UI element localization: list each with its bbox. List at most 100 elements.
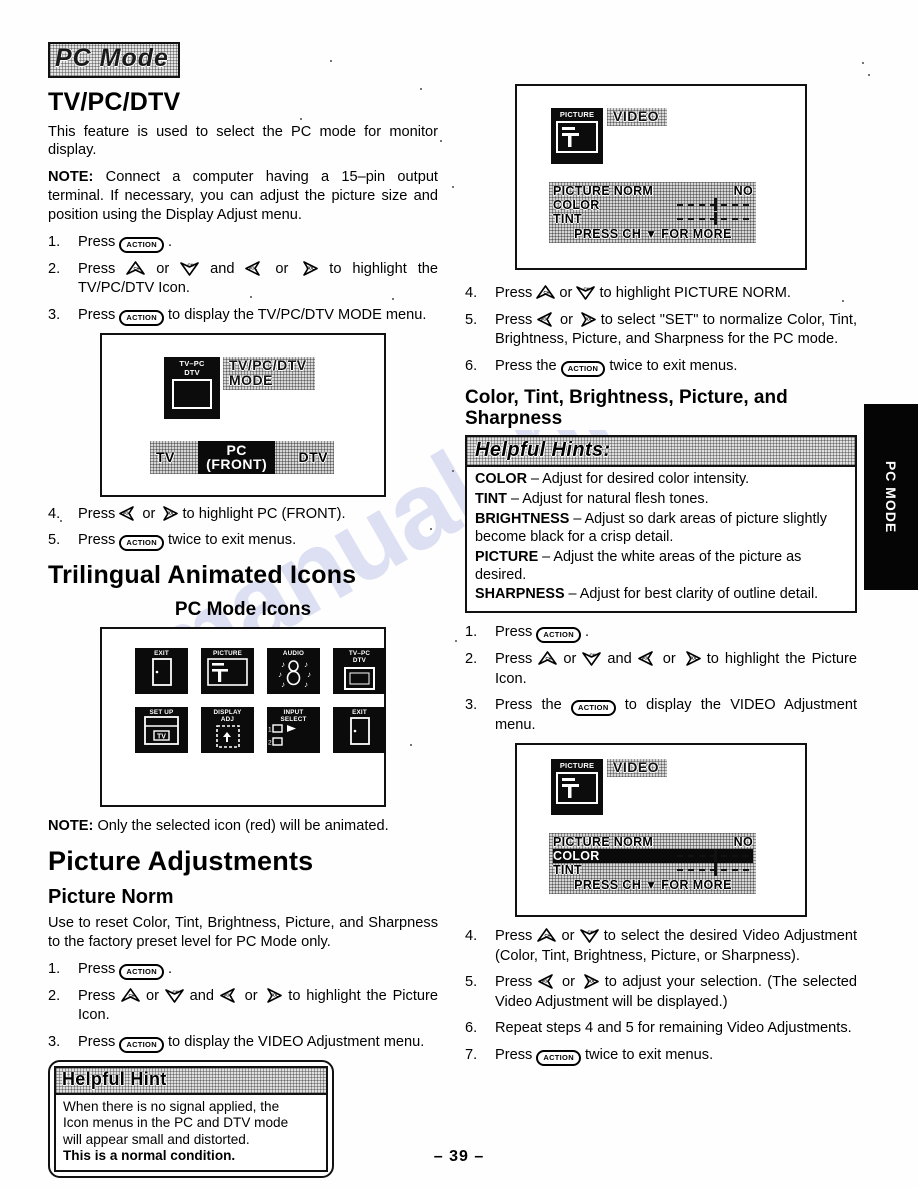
arrow-right-icon: VOL <box>577 311 597 327</box>
video-menu-rows: PICTURE NORM NO COLOR TINT <box>553 184 753 226</box>
pc-mode-icon-label: TV–PC DTV <box>348 650 371 665</box>
step-text: or <box>145 260 181 277</box>
osd-icon-picture: PICTURE <box>551 108 603 164</box>
step-text: twice to exit menus. <box>605 357 738 374</box>
picture-icon <box>556 121 598 153</box>
osd-menu-title-video: VIDEO <box>607 108 667 126</box>
video-adjust-steps: 4. Press CH or CH to select the desired V… <box>465 927 857 1066</box>
osd-menu-row[interactable]: TINT <box>553 212 753 226</box>
heading-color-tint-brightness: Color, Tint, Brightness, Picture, and Sh… <box>465 386 788 430</box>
osd-menu-row[interactable]: COLOR <box>553 198 753 212</box>
pc-mode-icon-label: SET UP <box>149 709 174 717</box>
arrow-down-icon: CH <box>164 988 184 1003</box>
selector-option-dtv[interactable]: DTV <box>293 441 335 475</box>
osd-menu-row[interactable]: PICTURE NORM NO <box>553 835 753 849</box>
tv-pc-dtv-steps-after: 4. Press VOL or VOL to highlight PC (FRON… <box>48 505 438 552</box>
picture-norm-steps-right: 4. Press CH or CH to highlight PICTURE NO… <box>465 284 857 377</box>
svg-text:TV: TV <box>157 734 166 741</box>
hint-line: TINT – Adjust for natural flesh tones. <box>475 491 847 509</box>
step-number: 1. <box>465 624 478 641</box>
svg-text:♪: ♪ <box>304 660 308 669</box>
selector-option-tv[interactable]: TV <box>150 441 181 475</box>
page-number: – 39 – <box>433 1148 485 1165</box>
step-text: Press the <box>495 697 571 714</box>
osd-slider[interactable] <box>677 198 751 211</box>
step-text: to highlight PC (FRONT). <box>178 505 346 522</box>
action-button-icon: ACTION <box>560 360 606 377</box>
step-text: . <box>163 960 173 977</box>
osd-slider-thumb[interactable] <box>714 212 717 225</box>
arrow-down-icon: CH <box>180 261 199 276</box>
osd-slider[interactable] <box>677 212 751 225</box>
svg-text:CH: CH <box>129 992 135 997</box>
pc-mode-icon-label: EXIT <box>352 709 367 717</box>
step-text: or <box>138 505 160 522</box>
tv-pc-dtv-selector[interactable]: TV PC (FRONT) DTV <box>150 440 335 475</box>
arrow-up-icon: CH <box>537 928 557 943</box>
pc-mode-icon-setup[interactable]: SET UP TV <box>135 707 188 754</box>
step-text: Press <box>495 651 539 668</box>
osd-slider-thumb[interactable] <box>714 848 717 862</box>
svg-text:CH: CH <box>172 989 178 994</box>
arrow-down-icon: CH <box>579 928 599 943</box>
osd-menu-title-line1: TV/PC/DTV <box>229 356 307 373</box>
step-text: or <box>656 651 682 668</box>
setup-icon: TV <box>135 716 188 753</box>
pc-mode-icon-audio[interactable]: AUDIO ♪ ♪ ♪ ♪ ♪ ♪ <box>267 648 320 695</box>
step-text: twice to exit menus. <box>580 1046 714 1063</box>
hint-description: – Adjust for natural flesh tones. <box>506 491 709 508</box>
step-text: Press <box>78 1033 120 1050</box>
osd-menu-row[interactable]: PICTURE NORM NO <box>553 184 753 198</box>
step-text: and <box>199 260 246 277</box>
step-text: Press <box>78 987 122 1004</box>
step-number: 6. <box>465 1020 478 1037</box>
video-menu-panel-2[interactable]: PICTURE NORM NO COLOR TINT PRESS CH ▼ FOR M… <box>549 833 756 894</box>
svg-text:VOL: VOL <box>223 992 232 997</box>
trilingual-note: NOTE: Only the selected icon (red) will … <box>48 817 438 836</box>
selector-pc-line2: (FRONT) <box>206 455 268 472</box>
pc-mode-icon-grid: EXIT PICTURE AUDIO ♪ ♪ ♪ ♪ ♪ ♪ TV–PC DTV SET UP TV D… <box>135 648 386 754</box>
pc-mode-icon-door[interactable]: EXIT <box>135 648 188 695</box>
arrow-right-icon: VOL <box>580 974 600 989</box>
osd-slider-thumb[interactable] <box>714 198 717 211</box>
step-text: Press <box>495 974 538 991</box>
heading-picture-adjustments: Picture Adjustments <box>48 846 314 877</box>
step-item: 7. Press ACTION twice to exit menus. <box>465 1046 857 1066</box>
ctbps-steps: 1. Press ACTION . 2. Press CH or CH and VOL… <box>465 623 857 736</box>
selector-option-pc-front[interactable]: PC (FRONT) <box>198 440 276 475</box>
arrow-left-icon: VOL <box>219 987 239 1003</box>
osd-slider[interactable] <box>677 848 751 862</box>
display-adj-icon <box>201 723 254 758</box>
step-item: 3. Press the ACTION to display the VIDEO … <box>465 696 857 736</box>
svg-text:VOL: VOL <box>689 656 698 661</box>
step-number: 4. <box>465 927 478 944</box>
step-text: Press the <box>495 357 561 374</box>
video-menu-panel[interactable]: PICTURE NORM NO COLOR TINT PRESS CH ▼ FOR M… <box>549 182 756 243</box>
step-text: Press <box>495 285 537 301</box>
osd-menu-row[interactable]: COLOR <box>553 848 753 863</box>
hint-line: SHARPNESS – Adjust for best clarity of o… <box>475 586 847 604</box>
footer-after: FOR MORE <box>657 227 732 241</box>
svg-text:VOL: VOL <box>249 265 258 270</box>
osd-icon-caption: PICTURE <box>559 110 595 119</box>
step-number: 2. <box>48 260 61 277</box>
osd-slider[interactable] <box>677 862 751 876</box>
osd-menu-row[interactable]: TINT <box>553 862 753 877</box>
pc-mode-icon-picture[interactable]: PICTURE <box>201 648 254 695</box>
right-column: PICTURE VIDEO PICTURE NORMNOCOLORTINT <box>465 78 857 1073</box>
step-text: or <box>556 927 580 944</box>
helpful-hint-line: Icon menus in the PC and DTV mode <box>63 1115 289 1131</box>
step-number: 3. <box>465 697 478 714</box>
pc-mode-icon-door[interactable]: EXIT <box>333 707 386 754</box>
pc-mode-icon-input-select[interactable]: INPUT SELECT 1 2 <box>267 707 320 754</box>
arrow-right-icon: VOL <box>263 987 283 1003</box>
step-item: 2. Press CH or CH and VOL or VOL to highl… <box>48 987 438 1026</box>
pc-mode-icon-display-adj[interactable]: DISPLAY ADJ <box>201 707 254 754</box>
arrow-up-icon: CH <box>536 285 556 300</box>
trilingual-note-label: NOTE: <box>48 818 94 835</box>
pc-mode-icon-monitor[interactable]: TV–PC DTV <box>333 648 386 695</box>
osd-slider-thumb[interactable] <box>714 862 717 876</box>
step-item: 5. Press ACTION twice to exit menus. <box>48 531 438 552</box>
osd-icon-caption: TV–PC DTV <box>179 358 205 377</box>
scan-artifact <box>452 470 454 472</box>
